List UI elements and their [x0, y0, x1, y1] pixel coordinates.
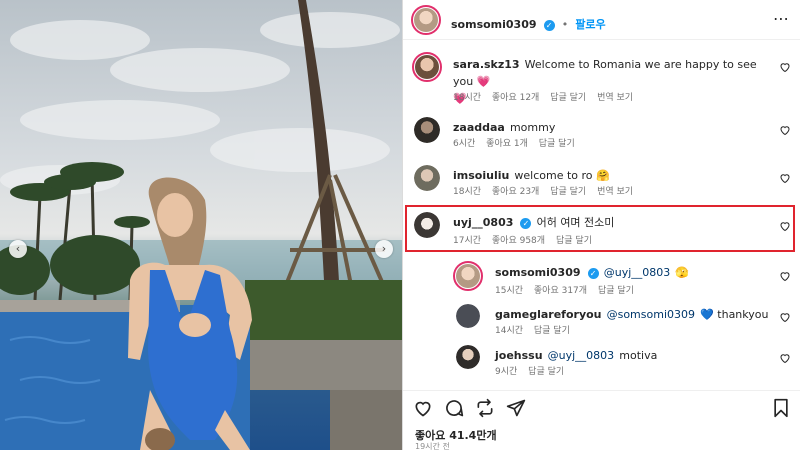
comment-likes[interactable]: 좋아요 958개	[492, 236, 545, 246]
heart-icon[interactable]	[779, 311, 791, 323]
action-bar: 좋아요 41.4만개	[403, 390, 800, 450]
reply-body: somsomi0309 ✓ @uyj__0803 🫣	[495, 263, 774, 280]
heart-icon[interactable]	[779, 352, 791, 364]
reply-time: 15시간	[495, 286, 524, 296]
commenter-avatar[interactable]	[414, 165, 440, 191]
author-line: somsomi0309 ✓ • 팔로우	[451, 13, 606, 32]
reply-body: gameglareforyou @somsomi0309 💙 thankyou	[495, 305, 774, 322]
comment-body: zaaddaa mommy	[453, 118, 774, 135]
reply-username[interactable]: somsomi0309	[495, 266, 581, 279]
reply-button[interactable]: 답글 달기	[556, 236, 592, 246]
heart-icon[interactable]	[413, 398, 433, 418]
author-username[interactable]: somsomi0309	[451, 18, 537, 31]
reply-time: 9시간	[495, 367, 518, 377]
reply-button[interactable]: 답글 달기	[550, 93, 586, 103]
comment-time: 6시간	[453, 139, 476, 149]
reply-likes[interactable]: 좋아요 317개	[534, 286, 587, 296]
heart-icon[interactable]	[779, 124, 791, 136]
comment-meta: 18시간 좋아요 23개 답글 달기 번역 보기	[453, 184, 641, 197]
post-header: somsomi0309 ✓ • 팔로우 ⋯	[403, 0, 800, 40]
comment-text: 어허 여며 전소미	[536, 216, 615, 229]
reply-time: 14시간	[495, 326, 524, 336]
verified-icon: ✓	[543, 20, 555, 31]
heart-icon[interactable]	[779, 172, 791, 184]
more-icon[interactable]: ⋯	[773, 9, 789, 28]
reply-meta: 14시간 답글 달기	[495, 323, 578, 336]
comment-icon[interactable]	[444, 398, 464, 418]
reply-button[interactable]: 답글 달기	[534, 326, 570, 336]
commenter-avatar[interactable]	[412, 52, 442, 82]
reply-item: gameglareforyou @somsomi0309 💙 thankyou …	[403, 302, 800, 340]
translate-button[interactable]: 번역 보기	[597, 93, 633, 103]
reply-button[interactable]: 답글 달기	[539, 139, 575, 149]
reply-username[interactable]: gameglareforyou	[495, 308, 602, 321]
comment-meta: 18시간 좋아요 12개 답글 달기 번역 보기	[453, 90, 641, 103]
reply-button[interactable]: 답글 달기	[528, 367, 564, 377]
comment-body: uyj__0803 ✓ 어허 여며 전소미	[453, 213, 774, 230]
reply-text: 💙 thankyou	[700, 308, 769, 321]
verified-icon: ✓	[587, 268, 599, 279]
reply-meta: 9시간 답글 달기	[495, 364, 572, 377]
heart-icon[interactable]	[779, 61, 791, 73]
next-photo-button[interactable]: ›	[375, 240, 393, 258]
replier-avatar[interactable]	[456, 304, 480, 328]
comment-text: mommy	[509, 121, 556, 134]
reply-mention[interactable]: @somsomi0309	[607, 308, 695, 321]
send-icon[interactable]	[506, 398, 526, 418]
instagram-post-view: ‹ › somsomi0309 ✓ • 팔로우 ⋯ sara.skz13 Wel…	[0, 0, 800, 450]
reply-meta: 15시간 좋아요 317개 답글 달기	[495, 283, 642, 296]
reply-mention[interactable]: @uyj__0803	[604, 266, 671, 279]
comment-item: uyj__0803 ✓ 어허 여며 전소미 17시간 좋아요 958개 답글 달…	[403, 210, 800, 250]
comment-username[interactable]: sara.skz13	[453, 58, 520, 71]
author-avatar[interactable]	[411, 5, 441, 35]
comment-item: sara.skz13 Welcome to Romania we are hap…	[403, 50, 800, 105]
heart-icon[interactable]	[779, 270, 791, 282]
comment-likes[interactable]: 좋아요 23개	[492, 187, 539, 197]
post-photo[interactable]: ‹ ›	[0, 0, 402, 450]
translate-button[interactable]: 번역 보기	[597, 187, 633, 197]
reply-text: 🫣	[675, 266, 690, 279]
commenter-avatar[interactable]	[414, 212, 440, 238]
comments-panel: somsomi0309 ✓ • 팔로우 ⋯ sara.skz13 Welcome…	[403, 0, 800, 450]
comment-likes[interactable]: 좋아요 12개	[492, 93, 539, 103]
comment-item: imsoiuliu welcome to ro 🤗 18시간 좋아요 23개 답…	[403, 163, 800, 203]
comment-time: 18시간	[453, 187, 482, 197]
reply-item: somsomi0309 ✓ @uyj__0803 🫣 15시간 좋아요 317개…	[403, 260, 800, 300]
commenter-avatar[interactable]	[414, 117, 440, 143]
comment-meta: 17시간 좋아요 958개 답글 달기	[453, 233, 600, 246]
follow-separator: •	[561, 18, 569, 31]
heart-icon[interactable]	[779, 220, 791, 232]
comment-text: welcome to ro 🤗	[514, 169, 610, 182]
previous-photo-button[interactable]: ‹	[9, 240, 27, 258]
replier-avatar[interactable]	[456, 345, 480, 369]
comment-time: 17시간	[453, 236, 482, 246]
reply-body: joehssu @uyj__0803 motiva	[495, 346, 774, 363]
comment-username[interactable]: zaaddaa	[453, 121, 505, 134]
verified-icon: ✓	[520, 218, 532, 229]
comment-time: 18시간	[453, 93, 482, 103]
comment-meta: 6시간 좋아요 1개 답글 달기	[453, 136, 583, 149]
reply-username[interactable]: joehssu	[495, 349, 543, 362]
reply-text: motiva	[619, 349, 658, 362]
photo-illustration	[0, 0, 402, 450]
follow-button[interactable]: 팔로우	[575, 18, 605, 31]
reply-item: joehssu @uyj__0803 motiva 9시간 답글 달기	[403, 343, 800, 381]
replier-avatar[interactable]	[453, 261, 483, 291]
comment-body: imsoiuliu welcome to ro 🤗	[453, 166, 774, 183]
post-timestamp: 19시간 전	[415, 442, 450, 450]
comment-item: zaaddaa mommy 6시간 좋아요 1개 답글 달기	[403, 115, 800, 155]
reply-button[interactable]: 답글 달기	[550, 187, 586, 197]
comment-username[interactable]: uyj__0803	[453, 216, 513, 229]
reply-button[interactable]: 답글 달기	[598, 286, 634, 296]
comment-username[interactable]: imsoiuliu	[453, 169, 509, 182]
share-icon[interactable]	[475, 398, 495, 418]
reply-mention[interactable]: @uyj__0803	[548, 349, 615, 362]
comment-likes[interactable]: 좋아요 1개	[486, 139, 528, 149]
save-icon[interactable]	[771, 398, 791, 418]
